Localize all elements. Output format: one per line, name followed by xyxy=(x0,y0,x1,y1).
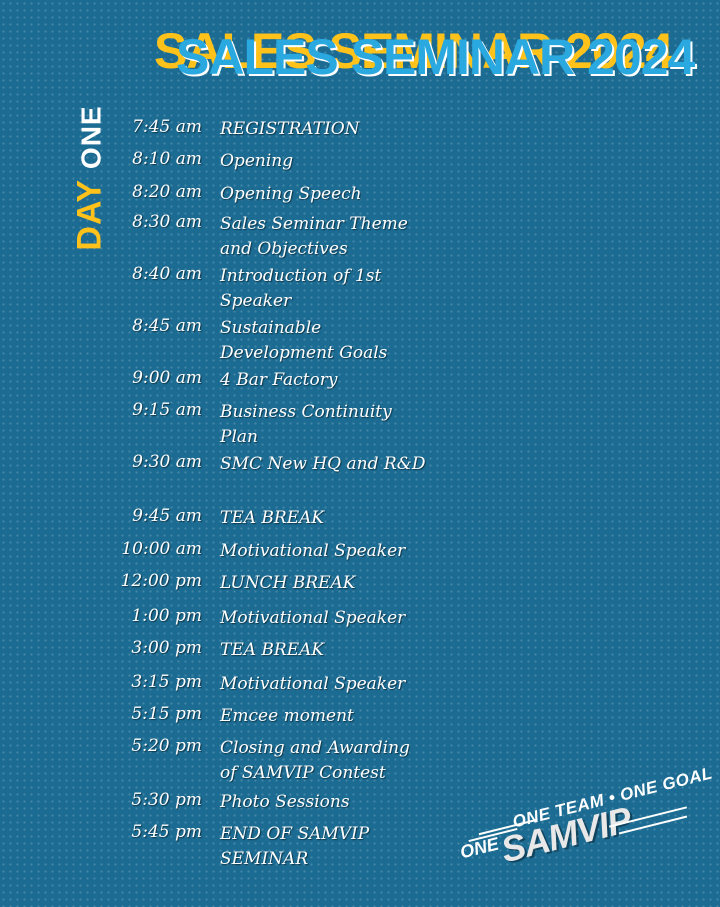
schedule-time: 12:00 pm xyxy=(120,571,202,591)
schedule-time: 8:40 am xyxy=(132,264,202,284)
schedule-event: 4 Bar Factory xyxy=(220,370,338,390)
title-text: SALES SEMINAR 2024 xyxy=(176,29,695,85)
schedule-event: Sustainable Development Goals xyxy=(220,318,388,363)
schedule-time: 9:15 am xyxy=(132,400,202,420)
schedule-time: 3:00 pm xyxy=(131,638,202,658)
schedule-event: Emcee moment xyxy=(220,706,354,726)
schedule-time: 5:30 pm xyxy=(131,790,202,810)
schedule-event: REGISTRATION xyxy=(220,119,360,139)
samvip-logo: ONE TEAM • ONE GOAL ONE SAMVIP xyxy=(458,763,714,870)
schedule-event: Photo Sessions xyxy=(220,792,350,812)
schedule-time: 9:30 am xyxy=(132,452,202,472)
schedule-time: 5:15 pm xyxy=(131,704,202,724)
schedule-event: Motivational Speaker xyxy=(220,541,406,561)
schedule-event: TEA BREAK xyxy=(220,508,325,528)
page-title: SALES SEMINAR 2024 SALES SEMINAR 2024 xyxy=(150,24,695,84)
schedule-time: 9:45 am xyxy=(132,506,202,526)
schedule-time: 8:20 am xyxy=(132,182,202,202)
logo-prefix: ONE xyxy=(458,833,501,863)
schedule-event: TEA BREAK xyxy=(220,640,325,660)
schedule-time: 10:00 am xyxy=(121,539,202,559)
schedule-time: 8:10 am xyxy=(132,149,202,169)
schedule-time: 3:15 pm xyxy=(131,672,202,692)
schedule-time: 8:45 am xyxy=(132,316,202,336)
schedule-event: Closing and Awarding of SAMVIP Contest xyxy=(220,738,410,783)
schedule-time: 7:45 am xyxy=(132,117,202,137)
schedule-time: 9:00 am xyxy=(132,368,202,388)
schedule-time: 5:20 pm xyxy=(131,736,202,756)
schedule-event: Opening xyxy=(220,151,294,171)
schedule-event: Sales Seminar Theme and Objectives xyxy=(220,214,408,259)
schedule-time: 1:00 pm xyxy=(131,606,202,626)
schedule-event: LUNCH BREAK xyxy=(220,573,356,593)
schedule-time: 8:30 am xyxy=(132,212,202,232)
schedule-event: SMC New HQ and R&D xyxy=(220,454,426,474)
schedule-event: Opening Speech xyxy=(220,184,362,204)
schedule-event: Motivational Speaker xyxy=(220,674,406,694)
schedule-time: 5:45 pm xyxy=(131,822,202,842)
schedule-event: Introduction of 1st Speaker xyxy=(220,266,382,311)
schedule-event: END OF SAMVIP SEMINAR xyxy=(220,824,370,869)
schedule-event: Business Continuity Plan xyxy=(220,402,392,447)
schedule-event: Motivational Speaker xyxy=(220,608,406,628)
